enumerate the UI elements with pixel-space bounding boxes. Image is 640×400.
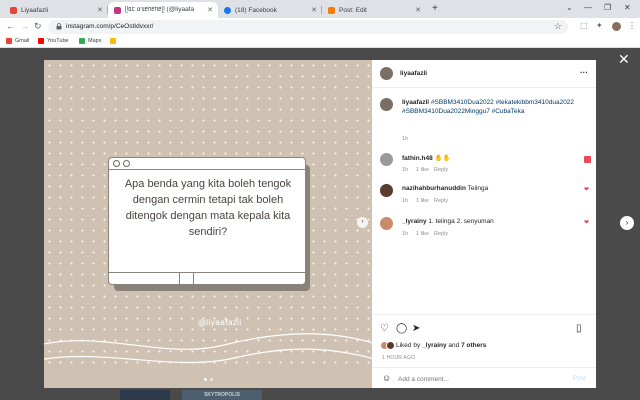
instagram-favicon-icon [114,6,121,14]
bookmark-maps[interactable]: Maps [79,38,101,44]
avatar[interactable] [380,153,393,166]
close-tab-icon[interactable]: ✕ [207,6,213,14]
share-icon[interactable]: ➤ [412,323,420,334]
post-author[interactable]: liyaafazli [400,70,427,77]
youtube-icon [38,38,44,44]
avatar [386,341,395,350]
address-bar[interactable]: instagram.com/p/CeOstIdvxxr/ ☆ [48,20,568,34]
reply-button[interactable]: Reply [434,198,448,204]
reply-button[interactable]: Reply [434,231,448,237]
comment-age: 1h [402,198,409,204]
add-comment-bar: ☺ Post [372,367,596,389]
lock-icon [56,23,62,30]
heart-icon[interactable]: ❤ [584,186,589,193]
avatar[interactable] [380,98,393,111]
bookmarks-bar: Gmail YouTube Maps [0,36,640,48]
close-tab-icon[interactable]: ✕ [415,6,421,14]
more-options-icon[interactable]: ··· [580,68,588,77]
bookmark-star-icon[interactable]: ☆ [554,21,562,32]
comment-icon[interactable]: ◯ [396,323,407,334]
close-modal-icon[interactable]: ✕ [618,52,630,66]
save-bookmark-icon[interactable]: ▯ [576,323,582,334]
minimize-icon[interactable]: — [584,3,592,12]
browser-toolbar: ← → ↻ instagram.com/p/CeOstIdvxxr/ ☆ ⬚ ✦… [0,18,640,36]
puzzle-icon[interactable]: ✦ [596,21,603,30]
carousel-dot [210,378,213,381]
emoji-icon[interactable]: ☺ [382,373,391,383]
question-text: Apa benda yang kita boleh tengok dengan … [124,178,292,238]
extension-icon[interactable]: ⬚ [580,21,588,30]
close-window-icon[interactable]: ✕ [624,3,631,12]
browser-tab-bar: Liyaafazli ✕ ᥫᥲᥴ ɑᥔᥱᥒᥱᥒᥱᥫ (@liyaafa ✕ (1… [0,0,640,18]
post-time: 1 HOUR AGO [382,355,416,361]
facebook-favicon-icon [224,6,231,14]
post-header: liyaafazli ··· [372,60,596,88]
tab-facebook[interactable]: (18) Facebook ✕ [218,2,322,18]
url-text: instagram.com/p/CeOstIdvxxr/ [66,23,154,30]
post-comment-button[interactable]: Post [573,375,586,382]
back-icon[interactable]: ← [6,21,15,31]
forward-icon[interactable]: → [20,21,29,31]
background-thumbnail: SKYTROPOLIS [182,390,262,400]
comment: _lyrainy 1. telinga 2. senyuman [402,218,494,225]
heart-icon[interactable]: ❤ [584,219,589,226]
caption-age: 1h [402,136,409,142]
post-image[interactable]: Apa benda yang kita boleh tengok dengan … [44,60,372,388]
window-dot-icon [123,160,130,167]
avatar[interactable] [380,67,393,80]
profile-avatar[interactable] [612,22,621,31]
reload-icon[interactable]: ↻ [34,21,42,32]
next-slide-icon[interactable]: › [357,217,368,228]
tab-search-icon[interactable]: ⌄ [566,3,573,12]
liked-by: Liked by _lyrainy and 7 others [396,342,487,349]
comment-likes[interactable]: 1 like [416,198,429,204]
comment-age: 1h [402,167,409,173]
next-post-icon[interactable]: › [620,216,634,230]
tab-liyaafazli[interactable]: Liyaafazli ✕ [4,2,108,18]
gmail-icon [6,38,12,44]
blogger-favicon-icon [328,6,335,14]
maximize-icon[interactable]: ❐ [604,3,611,12]
browser-menu-icon[interactable]: ⋮ [628,21,636,30]
comment-likes[interactable]: 1 like [416,231,429,237]
bookmark-youtube[interactable]: YouTube [38,38,69,44]
comment: fathin.h48 ✋✋ [402,155,451,162]
avatar[interactable] [380,184,393,197]
background-thumbnail [120,390,170,400]
maps-icon [79,38,85,44]
like-heart-icon[interactable]: ♡ [380,323,389,334]
comment: nazihahburhanuddin Telinga [402,185,489,192]
bookmark-gmail[interactable]: Gmail [6,38,29,44]
new-tab-icon[interactable]: + [432,3,438,14]
comment-image-icon[interactable] [584,156,591,163]
caption: liyaafazli #SBBM3410Dua2022 #tekatekibbm… [402,99,582,116]
bookmark-extra[interactable] [110,38,119,44]
reply-button[interactable]: Reply [434,167,448,173]
comment-likes[interactable]: 1 like [416,167,429,173]
question-card: Apa benda yang kita boleh tengok dengan … [108,157,306,285]
caption-author[interactable]: liyaafazli [402,99,429,106]
comment-age: 1h [402,231,409,237]
post-sidebar: liyaafazli ··· liyaafazli #SBBM3410Dua20… [372,60,596,388]
post-modal: Apa benda yang kita boleh tengok dengan … [44,60,596,388]
close-tab-icon[interactable]: ✕ [311,6,317,14]
blogger-favicon-icon [10,6,17,14]
close-tab-icon[interactable]: ✕ [97,6,103,14]
post-actions: ♡ ◯ ➤ ▯ Liked by _lyrainy and 7 others 1… [372,314,596,388]
bookmark-app-icon [110,38,116,44]
avatar[interactable] [380,217,393,230]
window-dot-icon [113,160,120,167]
tab-instagram[interactable]: ᥫᥲᥴ ɑᥔᥱᥒᥱᥒᥱᥫ (@liyaafa ✕ [108,2,218,18]
carousel-dot [204,378,207,381]
tab-post-edit[interactable]: Post: Edit ✕ [322,2,426,18]
comment-input[interactable] [398,373,558,385]
watermark-handle: @liyaafazli [198,318,242,327]
